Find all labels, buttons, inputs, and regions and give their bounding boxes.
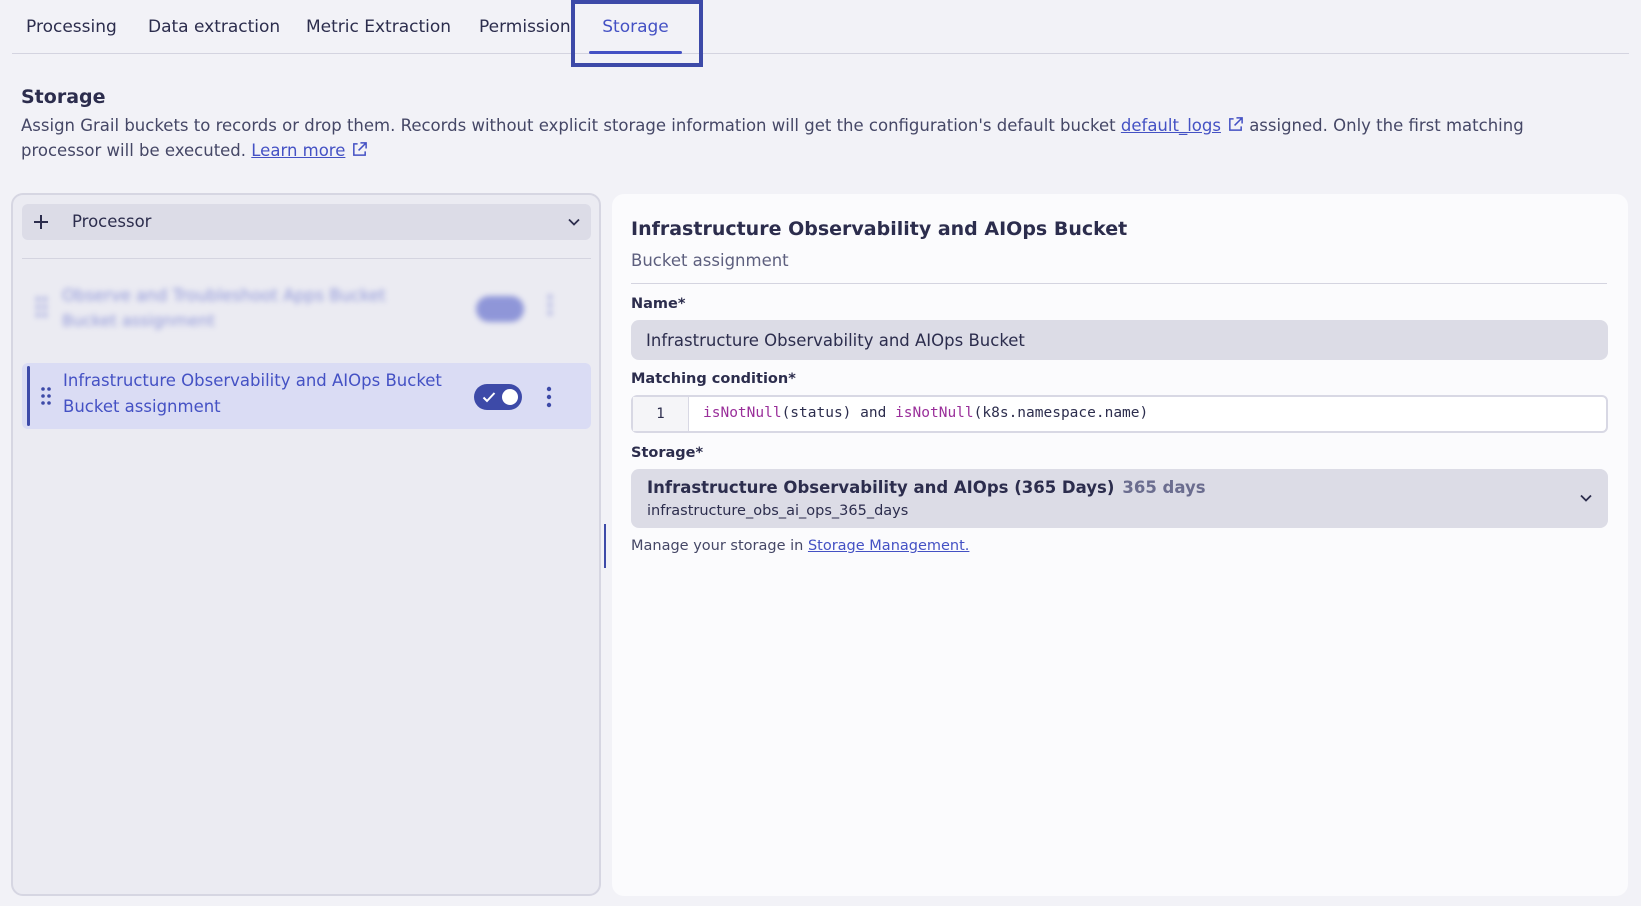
matching-condition-label: Matching condition*	[631, 371, 796, 387]
processor-enable-toggle[interactable]	[474, 384, 522, 410]
tab-processing[interactable]: Processing	[26, 0, 117, 54]
matching-condition-editor[interactable]: 1 isNotNull(status) and isNotNull(k8s.na…	[631, 395, 1608, 433]
add-processor-button[interactable]: Processor	[22, 204, 591, 240]
processor-enable-toggle[interactable]	[476, 296, 524, 322]
selected-indicator	[27, 366, 30, 426]
name-label: Name*	[631, 296, 686, 312]
add-processor-label: Processor	[72, 212, 152, 231]
divider	[22, 258, 591, 259]
condition-code[interactable]: isNotNull(status) and isNotNull(k8s.name…	[703, 405, 1148, 421]
toggle-knob	[502, 389, 518, 405]
detail-subtitle: Bucket assignment	[631, 251, 789, 270]
storage-select[interactable]: Infrastructure Observability and AIOps (…	[631, 469, 1608, 528]
processor-item-subtitle: Bucket assignment	[62, 311, 215, 330]
storage-retention: 365 days	[1122, 478, 1206, 497]
detail-title: Infrastructure Observability and AIOps B…	[631, 218, 1128, 240]
tab-bar: Processing Data extraction Metric Extrac…	[12, 0, 1629, 54]
default-bucket-link[interactable]: default_logs	[1121, 116, 1221, 135]
chevron-down-icon	[1580, 494, 1592, 502]
storage-management-link[interactable]: Storage Management.	[808, 538, 969, 554]
storage-bucket-id: infrastructure_obs_ai_ops_365_days	[647, 503, 909, 519]
divider	[631, 283, 1607, 284]
check-icon	[482, 392, 496, 403]
storage-name: Infrastructure Observability and AIOps (…	[647, 478, 1115, 497]
plus-icon	[34, 215, 48, 229]
processor-item-blurred[interactable]: Observe and Troubleshoot Apps Bucket Buc…	[22, 279, 591, 337]
code-args: (status) and	[781, 405, 896, 421]
description-text-1: Assign Grail buckets to records or drop …	[21, 116, 1121, 135]
page-title: Storage	[21, 86, 106, 108]
storage-management-hint: Manage your storage in Storage Managemen…	[631, 538, 969, 554]
chevron-down-icon	[568, 218, 580, 226]
storage-selected-value: Infrastructure Observability and AIOps (…	[647, 478, 1206, 497]
code-function: isNotNull	[703, 405, 782, 421]
code-function: isNotNull	[895, 405, 974, 421]
more-vertical-icon[interactable]	[546, 386, 552, 408]
name-field[interactable]	[631, 320, 1608, 360]
tab-storage[interactable]: Storage	[589, 0, 682, 54]
processor-detail-panel: Infrastructure Observability and AIOps B…	[612, 194, 1628, 896]
code-args: (k8s.namespace.name)	[973, 405, 1149, 421]
processor-item-selected[interactable]: Infrastructure Observability and AIOps B…	[22, 363, 591, 429]
page-description: Assign Grail buckets to records or drop …	[21, 113, 1601, 163]
external-link-icon[interactable]	[1227, 116, 1244, 133]
tab-data-extraction[interactable]: Data extraction	[148, 0, 280, 54]
processor-item-subtitle: Bucket assignment	[63, 397, 221, 416]
external-link-icon[interactable]	[351, 141, 368, 158]
tab-permission[interactable]: Permission	[479, 0, 571, 54]
more-vertical-icon[interactable]	[547, 294, 553, 316]
processor-item-title: Observe and Troubleshoot Apps Bucket	[62, 286, 386, 305]
panel-resize-handle[interactable]	[604, 524, 606, 568]
storage-label: Storage*	[631, 445, 704, 461]
tab-metric-extraction[interactable]: Metric Extraction	[306, 0, 451, 54]
processor-list-panel: Processor Observe and Troubleshoot Apps …	[11, 193, 601, 896]
line-number: 1	[633, 397, 689, 431]
processor-item-title: Infrastructure Observability and AIOps B…	[63, 371, 442, 390]
drag-handle-icon[interactable]	[40, 386, 52, 406]
learn-more-link[interactable]: Learn more	[251, 141, 345, 160]
manage-text: Manage your storage in	[631, 538, 808, 554]
drag-handle-icon[interactable]	[34, 295, 50, 319]
